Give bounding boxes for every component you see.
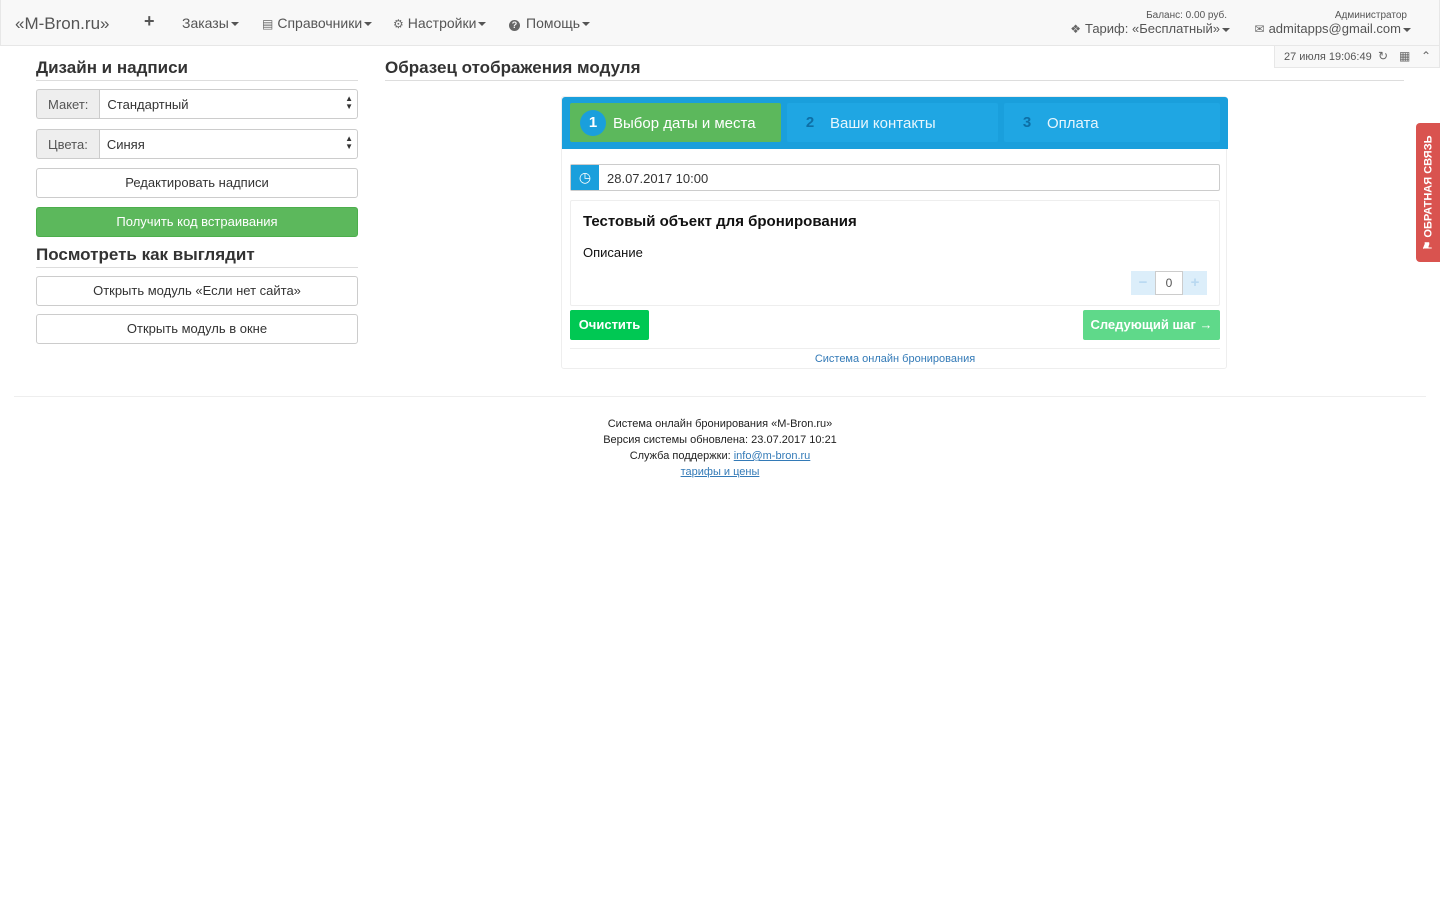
user-menu[interactable]: ✉ admitapps@gmail.com — [1255, 21, 1411, 36]
colors-select[interactable]: Синяя ▲ ▼ — [98, 129, 358, 159]
balance-text: Баланс: 0.00 руб. — [1146, 10, 1227, 21]
minus-button[interactable]: − — [1131, 271, 1155, 295]
menu-help-label: Помощь — [526, 15, 581, 31]
menu-orders-label: Заказы — [182, 15, 229, 31]
step-number: 1 — [580, 110, 606, 136]
menu-directories-label: Справочники — [277, 15, 363, 31]
step-number: 2 — [805, 114, 815, 131]
menu-orders[interactable]: Заказы — [182, 15, 239, 31]
feedback-text: ОБРАТНАЯ СВЯЗЬ — [1422, 135, 1435, 238]
tags-icon: ❖ — [1070, 22, 1081, 36]
preview-section-title: Посмотреть как выглядит — [36, 245, 358, 268]
feedback-label: ⚑ ОБРАТНАЯ СВЯЗЬ — [1422, 135, 1435, 250]
list-icon: ▤ — [262, 17, 274, 31]
widget-footer-link[interactable]: Система онлайн бронирования — [570, 348, 1220, 365]
caret-down-icon — [364, 22, 373, 27]
booking-date-field[interactable]: ◷ 28.07.2017 10:00 — [570, 164, 1220, 191]
layout-select-group: Макет: Стандартный ▲ ▼ — [36, 89, 358, 119]
colors-label: Цвета: — [36, 129, 99, 159]
quantity-value[interactable]: 0 — [1155, 271, 1183, 295]
select-arrows-icon: ▲ ▼ — [345, 134, 353, 151]
footer-version: Версия системы обновлена: 23.07.2017 10:… — [603, 434, 837, 446]
role-text: Администратор — [1334, 10, 1407, 21]
quantity-stepper: − 0 + — [1131, 271, 1207, 295]
top-navbar: «M-Bron.ru» + Заказы ▤ Справочники ⚙ Настр… — [0, 0, 1440, 46]
footer-support: Служба поддержки: info@m-bron.ru — [0, 448, 1440, 464]
sample-section-title: Образец отображения модуля — [385, 58, 1404, 81]
user-email: admitapps@gmail.com — [1268, 21, 1401, 36]
chevron-up-icon[interactable]: ⌃ — [1421, 49, 1431, 63]
menu-help[interactable]: ? Помощь — [509, 15, 591, 31]
step-label: Оплата — [1047, 115, 1099, 132]
next-step-button[interactable]: Следующий шаг → — [1083, 310, 1220, 340]
colors-value: Синяя — [106, 137, 145, 152]
edit-labels-button[interactable]: Редактировать надписи — [36, 168, 358, 198]
footer-divider — [14, 396, 1426, 397]
layout-label: Макет: — [36, 89, 100, 119]
step-3-tab[interactable]: 3 Оплата — [1004, 103, 1220, 142]
clear-button[interactable]: Очистить — [570, 310, 649, 340]
select-arrows-icon: ▲ ▼ — [345, 94, 353, 111]
open-no-site-button[interactable]: Открыть модуль «Если нет сайта» — [36, 276, 358, 306]
caret-down-icon — [1222, 27, 1230, 32]
booking-date-value: 28.07.2017 10:00 — [607, 171, 709, 186]
booking-object-card: Тестовый объект для бронирования Описани… — [570, 200, 1220, 306]
envelope-icon: ✉ — [1254, 22, 1265, 36]
tariff-label: Тариф: «Бесплатный» — [1084, 21, 1220, 36]
feedback-tab[interactable]: ⚑ ОБРАТНАЯ СВЯЗЬ — [1416, 123, 1440, 262]
step-label: Выбор даты и места — [613, 115, 756, 132]
get-embed-code-button[interactable]: Получить код встраивания — [36, 207, 358, 237]
menu-settings[interactable]: ⚙ Настройки — [393, 15, 487, 31]
footer-support-label: Служба поддержки: — [629, 450, 731, 462]
booking-widget: 1 Выбор даты и места 2 Ваши контакты 3 О… — [561, 96, 1228, 369]
object-title: Тестовый объект для бронирования — [583, 213, 857, 230]
menu-settings-label: Настройки — [407, 15, 477, 31]
left-panel: Дизайн и надписи Макет: Стандартный ▲ ▼ Ц… — [36, 58, 358, 344]
feedback-icon: ⚑ — [1422, 237, 1435, 251]
step-label: Ваши контакты — [830, 115, 936, 132]
step-2-tab[interactable]: 2 Ваши контакты — [787, 103, 998, 142]
support-email-link[interactable]: info@m-bron.ru — [734, 450, 811, 462]
caret-down-icon — [478, 22, 487, 27]
caret-down-icon — [230, 22, 239, 27]
clock-icon: ◷ — [571, 165, 599, 190]
footer-system-name: Система онлайн бронирования «M-Bron.ru» — [607, 418, 833, 430]
layout-select[interactable]: Стандартный ▲ ▼ — [99, 89, 358, 119]
gear-icon: ⚙ — [393, 17, 404, 31]
colors-select-group: Цвета: Синяя ▲ ▼ — [36, 129, 358, 159]
step-1-tab[interactable]: 1 Выбор даты и места — [570, 103, 781, 142]
menu-directories[interactable]: ▤ Справочники — [262, 15, 373, 31]
add-plus-icon[interactable]: + — [144, 11, 155, 32]
open-in-window-button[interactable]: Открыть модуль в окне — [36, 314, 358, 344]
plus-button[interactable]: + — [1183, 271, 1207, 295]
design-section-title: Дизайн и надписи — [36, 58, 358, 81]
layout-value: Стандартный — [107, 97, 189, 112]
page-footer: Система онлайн бронирования «M-Bron.ru» … — [0, 416, 1440, 480]
tariffs-link[interactable]: тарифы и цены — [681, 466, 760, 478]
steps-bar: 1 Выбор даты и места 2 Ваши контакты 3 О… — [562, 97, 1228, 149]
object-description: Описание — [583, 245, 643, 260]
help-icon: ? — [509, 20, 520, 31]
tariff-menu[interactable]: ❖ Тариф: «Бесплатный» — [1070, 21, 1230, 36]
brand-logo[interactable]: «M-Bron.ru» — [15, 14, 109, 34]
caret-down-icon — [582, 22, 591, 27]
caret-down-icon — [1403, 27, 1411, 32]
step-number: 3 — [1022, 114, 1032, 131]
